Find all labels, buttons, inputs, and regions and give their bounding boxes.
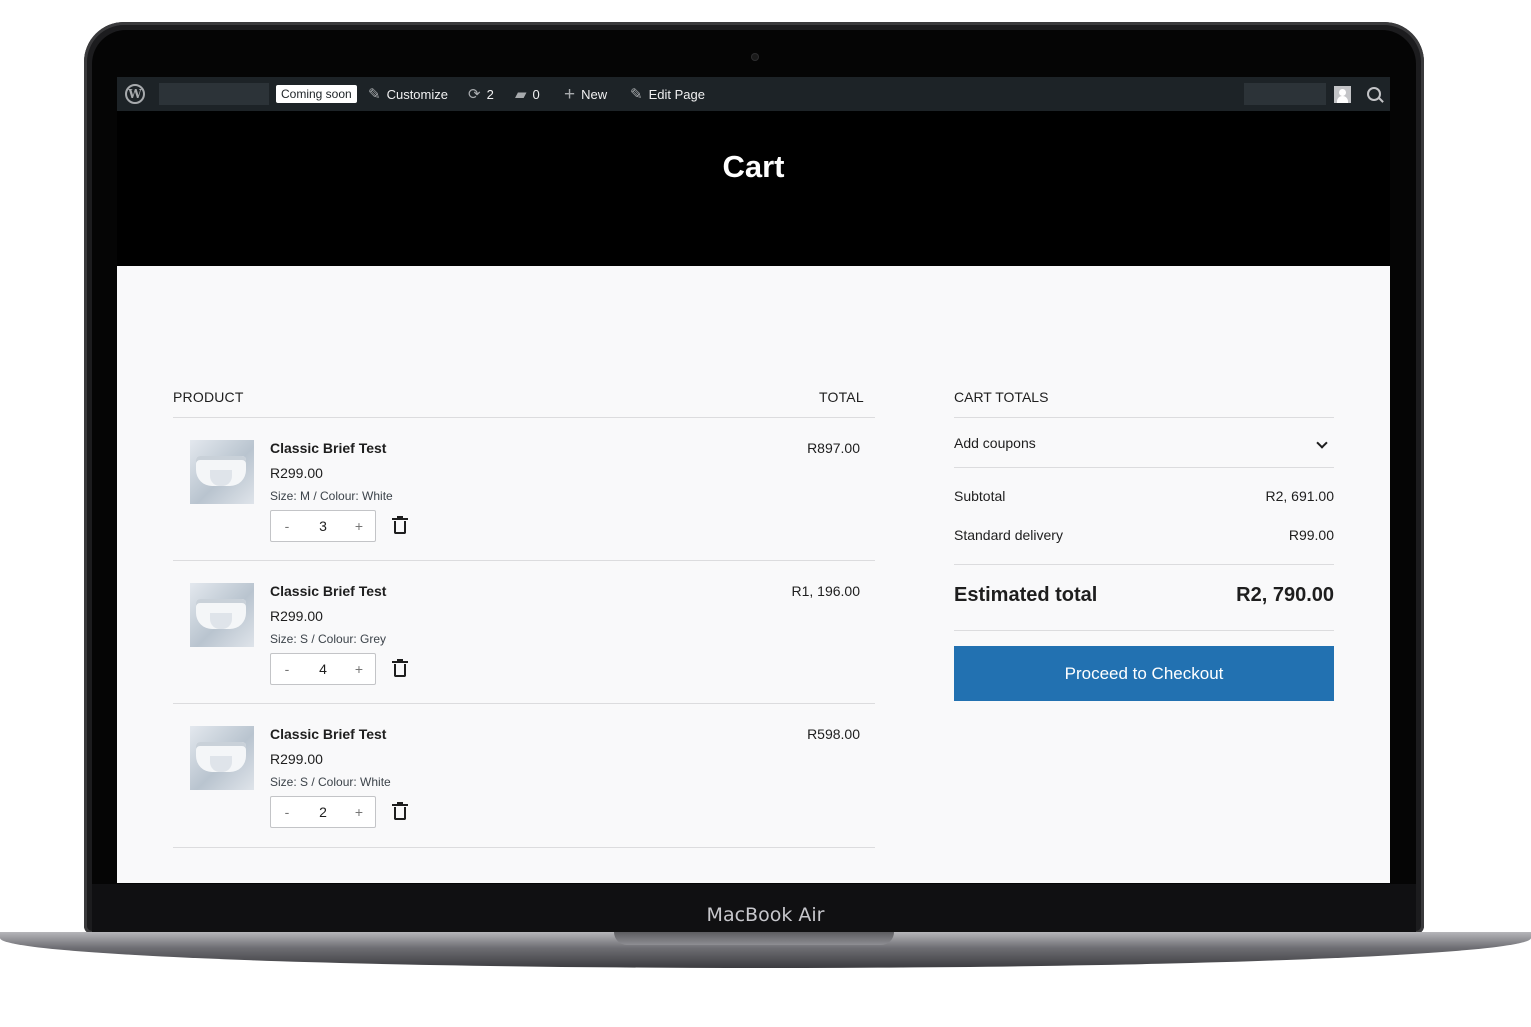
divider bbox=[954, 564, 1334, 565]
comments-link[interactable]: ▰ 0 bbox=[515, 77, 540, 111]
product-variation: Size: S / Colour: Grey bbox=[270, 632, 387, 646]
laptop-notch bbox=[614, 932, 894, 945]
updates-icon: ⟳ bbox=[468, 85, 481, 103]
delivery-label: Standard delivery bbox=[954, 527, 1063, 543]
device-label: MacBook Air bbox=[706, 904, 825, 926]
cart-item: Classic Brief Test R299.00 Size: M / Col… bbox=[173, 418, 875, 560]
comments-count: 0 bbox=[532, 86, 540, 102]
quantity-value[interactable]: 3 bbox=[319, 518, 327, 534]
brush-icon: ✎ bbox=[368, 85, 381, 103]
proceed-to-checkout-button[interactable]: Proceed to Checkout bbox=[954, 646, 1334, 701]
customize-label: Customize bbox=[386, 86, 448, 102]
edit-page-label: Edit Page bbox=[648, 86, 705, 102]
increase-quantity-button[interactable]: + bbox=[353, 518, 365, 534]
add-coupons-toggle[interactable]: Add coupons bbox=[954, 435, 1334, 451]
customize-link[interactable]: ✎ Customize bbox=[368, 77, 448, 111]
delivery-value: R99.00 bbox=[1288, 527, 1334, 543]
user-menu[interactable] bbox=[1244, 77, 1326, 111]
wordpress-logo-icon: W bbox=[125, 84, 145, 104]
product-name[interactable]: Classic Brief Test bbox=[270, 440, 386, 456]
subtotal-row: Subtotal R2, 691.00 bbox=[954, 488, 1334, 504]
product-price: R299.00 bbox=[270, 608, 323, 624]
product-price: R299.00 bbox=[270, 751, 323, 767]
line-total: R897.00 bbox=[807, 440, 860, 456]
quantity-value[interactable]: 2 bbox=[319, 804, 327, 820]
product-price: R299.00 bbox=[270, 465, 323, 481]
estimated-total-label: Estimated total bbox=[954, 584, 1098, 606]
subtotal-label: Subtotal bbox=[954, 488, 1006, 504]
user-avatar-menu[interactable] bbox=[1334, 77, 1351, 111]
comment-icon: ▰ bbox=[515, 85, 527, 103]
product-thumbnail[interactable] bbox=[190, 583, 254, 647]
page-title: Cart bbox=[722, 149, 785, 184]
increase-quantity-button[interactable]: + bbox=[353, 804, 365, 820]
column-header-product: PRODUCT bbox=[173, 389, 244, 405]
updates-link[interactable]: ⟳ 2 bbox=[468, 77, 494, 111]
delivery-row: Standard delivery R99.00 bbox=[954, 527, 1334, 543]
quantity-stepper: - 3 + bbox=[270, 510, 376, 542]
search-button[interactable] bbox=[1367, 77, 1381, 111]
product-name[interactable]: Classic Brief Test bbox=[270, 583, 386, 599]
divider bbox=[954, 467, 1334, 468]
cart-item: Classic Brief Test R299.00 Size: S / Col… bbox=[173, 561, 875, 703]
trash-icon[interactable] bbox=[392, 659, 408, 678]
quantity-stepper: - 4 + bbox=[270, 653, 376, 685]
line-total: R1, 196.00 bbox=[791, 583, 861, 599]
trash-icon[interactable] bbox=[392, 802, 408, 821]
subtotal-value: R2, 691.00 bbox=[1265, 488, 1335, 504]
new-label: New bbox=[581, 86, 608, 102]
screen: W Coming soon ✎ Customize ⟳ 2 ▰ 0 + New … bbox=[117, 77, 1390, 883]
cart-item: Classic Brief Test R299.00 Size: S / Col… bbox=[173, 704, 875, 846]
quantity-stepper: - 2 + bbox=[270, 796, 376, 828]
product-name[interactable]: Classic Brief Test bbox=[270, 726, 386, 742]
wordpress-menu[interactable]: W bbox=[125, 77, 145, 111]
product-variation: Size: M / Colour: White bbox=[270, 489, 393, 503]
decrease-quantity-button[interactable]: - bbox=[281, 804, 293, 820]
edit-page-link[interactable]: ✎ Edit Page bbox=[630, 77, 705, 111]
updates-count: 2 bbox=[486, 86, 494, 102]
coming-soon-badge[interactable]: Coming soon bbox=[276, 77, 357, 111]
camera-icon bbox=[751, 53, 759, 61]
quantity-value[interactable]: 4 bbox=[319, 661, 327, 677]
search-icon bbox=[1367, 87, 1381, 101]
cart-totals-heading: CART TOTALS bbox=[954, 389, 1049, 405]
coming-soon-label: Coming soon bbox=[276, 85, 357, 103]
product-thumbnail[interactable] bbox=[190, 440, 254, 504]
plus-icon: + bbox=[564, 83, 576, 105]
column-header-total: TOTAL bbox=[819, 389, 864, 405]
page-header: Cart bbox=[117, 111, 1390, 266]
user-name-redacted bbox=[1244, 83, 1326, 105]
estimated-total-row: Estimated total R2, 790.00 bbox=[954, 584, 1334, 607]
divider bbox=[173, 847, 875, 848]
avatar-icon bbox=[1334, 85, 1351, 103]
trash-icon[interactable] bbox=[392, 516, 408, 535]
pencil-icon: ✎ bbox=[630, 85, 643, 103]
divider bbox=[954, 417, 1334, 418]
decrease-quantity-button[interactable]: - bbox=[281, 661, 293, 677]
decrease-quantity-button[interactable]: - bbox=[281, 518, 293, 534]
increase-quantity-button[interactable]: + bbox=[353, 661, 365, 677]
product-variation: Size: S / Colour: White bbox=[270, 775, 391, 789]
new-content-link[interactable]: + New bbox=[564, 77, 607, 111]
site-name-menu[interactable] bbox=[159, 77, 269, 111]
site-name-redacted bbox=[159, 83, 269, 105]
admin-bar: W Coming soon ✎ Customize ⟳ 2 ▰ 0 + New … bbox=[117, 77, 1390, 111]
line-total: R598.00 bbox=[807, 726, 860, 742]
product-thumbnail[interactable] bbox=[190, 726, 254, 790]
divider bbox=[954, 630, 1334, 631]
estimated-total-value: R2, 790.00 bbox=[1236, 584, 1334, 606]
